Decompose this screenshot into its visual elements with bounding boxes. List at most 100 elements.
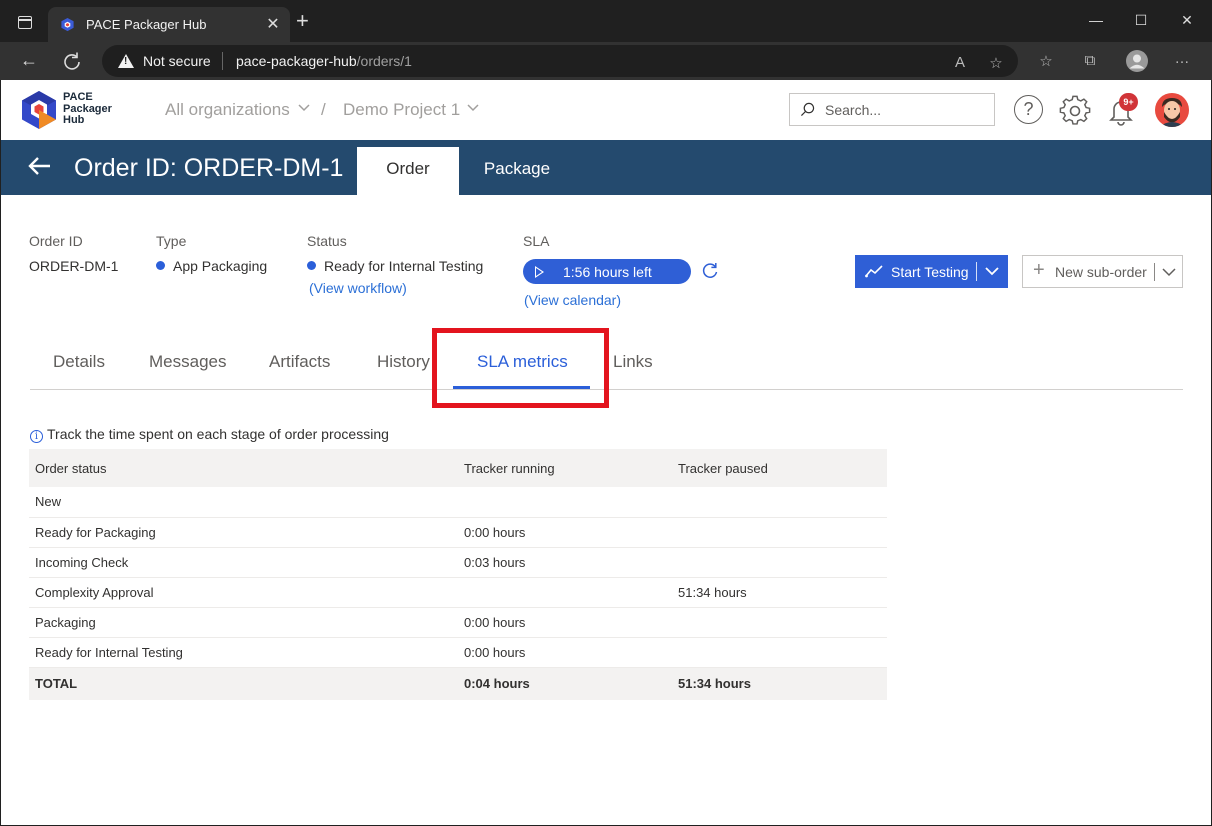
table-row: Ready for Packaging 0:00 hours [29, 517, 887, 548]
type-dot-icon [156, 261, 165, 270]
add-favorite-icon[interactable]: ☆ [986, 54, 1006, 72]
sla-label: SLA [523, 233, 550, 249]
close-window-icon[interactable]: ✕ [1177, 12, 1197, 29]
table-cell [672, 487, 887, 518]
order-banner: Order ID: ORDER-DM-1 Order Package [1, 140, 1211, 195]
button-divider [1154, 263, 1155, 281]
play-icon [535, 266, 544, 278]
chevron-down-icon[interactable] [467, 104, 479, 112]
reload-icon[interactable] [62, 51, 82, 71]
plus-icon: + [1033, 259, 1045, 281]
table-row: Ready for Internal Testing 0:00 hours [29, 637, 887, 668]
read-aloud-icon[interactable]: A [950, 54, 970, 71]
maximize-icon[interactable]: ☐ [1131, 12, 1151, 29]
tab-artifacts[interactable]: Artifacts [269, 352, 330, 372]
chevron-down-icon[interactable] [982, 264, 1002, 278]
breadcrumb-project[interactable]: Demo Project 1 [343, 100, 460, 120]
back-icon[interactable]: ← [18, 50, 40, 71]
security-label[interactable]: Not secure [143, 53, 211, 69]
refresh-icon[interactable] [701, 262, 719, 280]
profile-icon[interactable] [1125, 49, 1149, 73]
order-id-value: ORDER-DM-1 [29, 258, 119, 274]
status-dot-icon [307, 261, 316, 270]
tab-package[interactable]: Package [466, 147, 568, 195]
tab-links[interactable]: Links [613, 352, 653, 372]
table-cell: Complexity Approval [29, 577, 458, 608]
tab-actions-icon[interactable] [18, 16, 32, 29]
status-label: Status [307, 233, 347, 249]
type-text: App Packaging [173, 258, 268, 274]
avatar[interactable] [1155, 93, 1189, 127]
table-cell: Incoming Check [29, 547, 458, 578]
total-paused: 51:34 hours [672, 667, 887, 700]
start-testing-label: Start Testing [891, 264, 969, 280]
table-row: Incoming Check 0:03 hours [29, 547, 887, 578]
table-cell: New [29, 487, 458, 518]
table-cell: Ready for Packaging [29, 517, 458, 548]
sla-info-text: Track the time spent on each stage of or… [47, 426, 389, 442]
total-running: 0:04 hours [458, 667, 672, 700]
chevron-down-icon[interactable] [1159, 265, 1179, 279]
close-tab-icon[interactable]: ✕ [264, 14, 282, 34]
warning-icon [118, 54, 134, 68]
table-row: Complexity Approval 51:34 hours [29, 577, 887, 608]
column-header[interactable]: Tracker running [458, 449, 672, 487]
url-field[interactable]: Not secure pace-packager-hub/orders/1 A … [102, 45, 1018, 77]
view-workflow-link[interactable]: (View workflow) [309, 280, 407, 296]
column-header[interactable]: Tracker paused [672, 449, 887, 487]
breadcrumb-separator: / [321, 100, 326, 119]
tab-title: PACE Packager Hub [86, 17, 207, 32]
sla-metrics-table: Order status Tracker running Tracker pau… [29, 449, 887, 700]
back-arrow-icon[interactable] [27, 153, 53, 179]
pace-logo-icon[interactable] [21, 90, 57, 130]
view-calendar-link[interactable]: (View calendar) [524, 292, 621, 308]
table-cell [672, 547, 887, 578]
pace-favicon-icon [61, 17, 74, 32]
table-cell: 0:00 hours [458, 607, 672, 638]
collections-icon[interactable]: ⧉ [1080, 52, 1100, 69]
status-text: Ready for Internal Testing [324, 258, 484, 274]
minimize-icon[interactable]: — [1086, 12, 1106, 28]
user-avatar-icon [1155, 93, 1189, 127]
browser-tab[interactable]: PACE Packager Hub ✕ [48, 7, 290, 42]
tab-order[interactable]: Order [357, 147, 459, 195]
table-cell [458, 487, 672, 518]
new-sub-order-label: New sub-order [1055, 264, 1147, 280]
start-testing-button[interactable]: Start Testing [855, 255, 1008, 288]
table-cell: 0:03 hours [458, 547, 672, 578]
favorites-icon[interactable]: ☆ [1036, 52, 1056, 70]
highlight-annotation [432, 328, 609, 408]
new-tab-icon[interactable]: + [296, 10, 309, 32]
url-host: pace-packager-hub [236, 53, 357, 69]
tab-messages[interactable]: Messages [149, 352, 226, 372]
chevron-down-icon[interactable] [298, 104, 310, 112]
table-row: New [29, 487, 887, 518]
search-placeholder: Search... [825, 102, 882, 118]
url-text[interactable]: pace-packager-hub/orders/1 [236, 53, 412, 69]
logo-line-3: Hub [63, 114, 85, 126]
table-cell [458, 577, 672, 608]
help-icon[interactable]: ? [1014, 95, 1043, 124]
page-title: Order ID: ORDER-DM-1 [74, 154, 344, 182]
table-cell: 51:34 hours [672, 577, 887, 608]
search-input[interactable]: Search... [789, 93, 995, 126]
table-cell: 0:00 hours [458, 517, 672, 548]
gear-icon[interactable] [1059, 95, 1091, 127]
breadcrumb-organizations[interactable]: All organizations [165, 100, 290, 120]
url-divider [222, 52, 223, 70]
notification-badge: 9+ [1119, 93, 1138, 111]
more-icon[interactable]: … [1172, 50, 1192, 67]
tab-history[interactable]: History [377, 352, 430, 372]
sla-timer[interactable]: 1:56 hours left [523, 259, 691, 284]
table-cell [672, 607, 887, 638]
tab-details[interactable]: Details [53, 352, 105, 372]
sla-time-left: 1:56 hours left [563, 264, 652, 280]
browser-tab-bar: PACE Packager Hub ✕ + — ☐ ✕ [0, 0, 1212, 42]
new-sub-order-button[interactable]: + New sub-order [1022, 255, 1183, 288]
browser-address-bar: ← Not secure pace-packager-hub/orders/1 … [0, 42, 1212, 80]
type-label: Type [156, 233, 187, 249]
total-label: TOTAL [29, 667, 458, 700]
button-divider [976, 262, 977, 281]
column-header[interactable]: Order status [29, 449, 458, 487]
type-value: App Packaging [156, 258, 267, 274]
